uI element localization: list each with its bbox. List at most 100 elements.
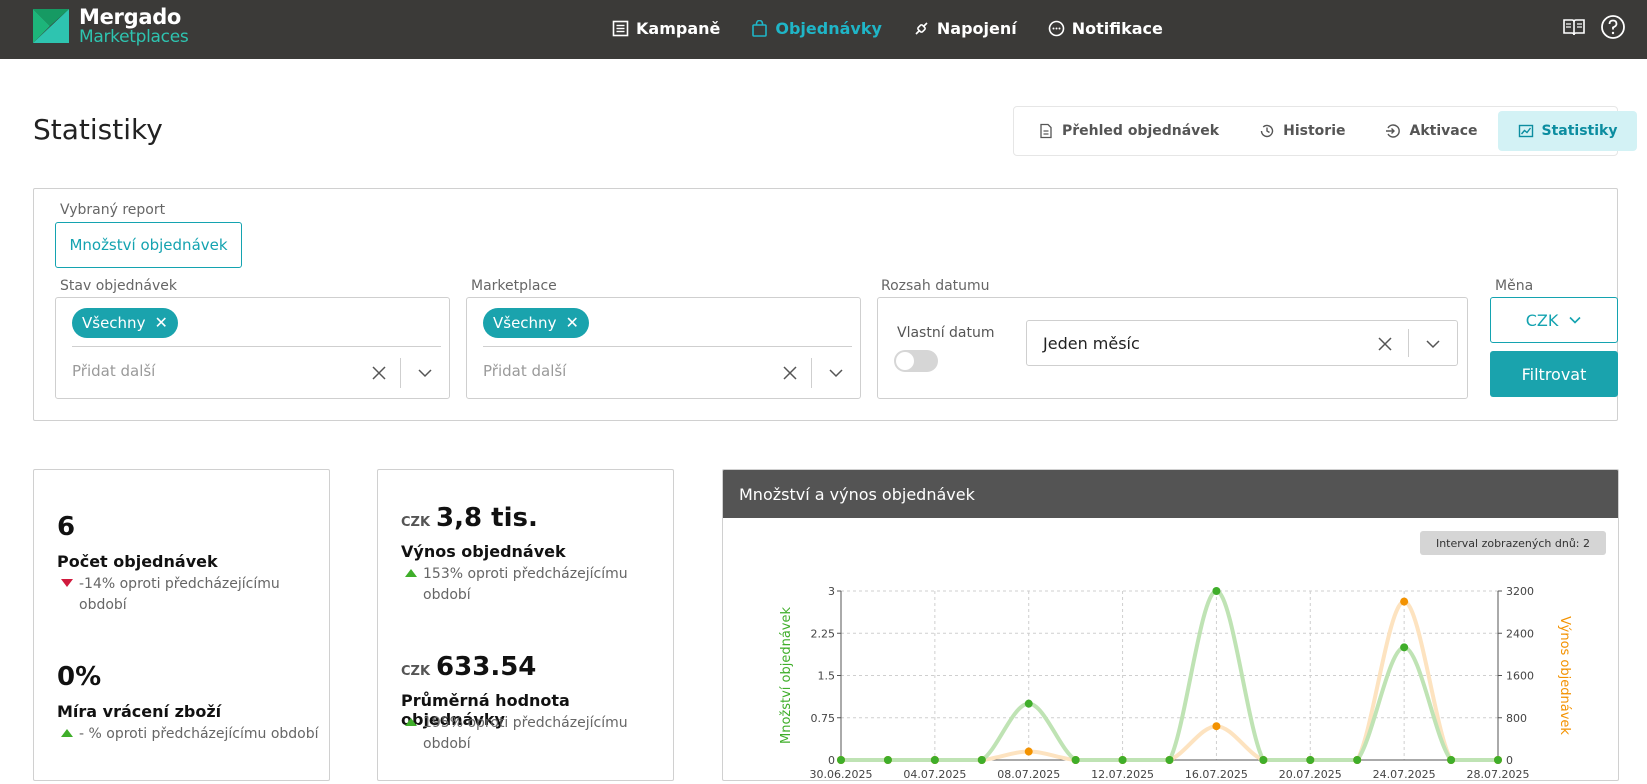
nav-label: Notifikace (1071, 18, 1163, 38)
chip-remove-icon[interactable]: ✕ (154, 315, 167, 331)
nav-label: Napojení (936, 18, 1017, 38)
data-point (1353, 756, 1362, 764)
chat-icon (1048, 20, 1065, 36)
clear-icon[interactable] (371, 365, 387, 381)
trend-text: - % oproti předcházejícímu období (79, 726, 319, 742)
nav-item-napojeni[interactable]: Napojení (913, 19, 1017, 38)
y-right-tick-label: 2400 (1506, 627, 1534, 640)
nav-label: Kampaně (636, 18, 721, 38)
mergado-logo-icon (33, 9, 69, 43)
y-left-tick-label: 1.5 (818, 670, 836, 683)
avg-order-value: CZK 633.54 (401, 652, 536, 682)
tab-label: Aktivace (1409, 123, 1478, 139)
orders-count-trend: -14% oproti předcházejícímu období (57, 574, 297, 616)
tab-statistiky[interactable]: Statistiky (1497, 111, 1638, 151)
chevron-down-icon[interactable] (828, 365, 844, 381)
tab-prehled-objednavek[interactable]: Přehled objednávek (1018, 111, 1239, 151)
date-range-label: Rozsah datumu (881, 278, 990, 294)
order-status-chip[interactable]: Všechny ✕ (72, 308, 178, 338)
data-point (1259, 756, 1268, 764)
report-select-button[interactable]: Množství objednávek (55, 222, 242, 268)
filter-panel: Vybraný report Množství objednávek Stav … (33, 188, 1618, 421)
data-point (1024, 699, 1033, 708)
data-point (1447, 756, 1456, 764)
brand-logo[interactable]: Mergado Marketplaces (33, 5, 189, 47)
data-point (1118, 756, 1127, 764)
chip-remove-icon[interactable]: ✕ (565, 315, 578, 331)
tab-aktivace[interactable]: Aktivace (1365, 111, 1497, 151)
kpi-card-orders: 6 Počet objednávek -14% oproti předcháze… (33, 469, 330, 781)
y-right-tick-label: 3200 (1506, 585, 1534, 598)
trend-up-icon (405, 569, 417, 577)
nav-item-notifikace[interactable]: Notifikace (1048, 19, 1163, 38)
orders-count: 6 (57, 512, 76, 542)
trend-text: 153% oproti předcházejícímu období (423, 566, 628, 603)
currency-code: CZK (401, 664, 431, 679)
avg-order-trend: 195% oproti předcházejícímu období (401, 713, 641, 755)
data-point (1071, 756, 1080, 764)
chevron-down-icon[interactable] (1425, 336, 1441, 352)
data-point (1400, 597, 1409, 606)
clear-icon[interactable] (1377, 336, 1393, 352)
data-point (1494, 756, 1502, 764)
document-icon (1040, 123, 1052, 139)
currency-select[interactable]: CZK (1490, 297, 1618, 343)
x-tick-label: 08.07.2025 (997, 768, 1060, 780)
order-status-placeholder[interactable]: Přidat další (72, 362, 155, 380)
y-left-axis-title: Množství objednávek (779, 607, 794, 745)
chevron-down-icon[interactable] (417, 365, 433, 381)
data-point (930, 756, 939, 764)
clear-icon[interactable] (782, 365, 798, 381)
top-navigation-bar: Mergado Marketplaces Kampaně Objednávky … (0, 0, 1647, 59)
date-range-select[interactable]: Jeden měsíc (1026, 320, 1458, 366)
data-point (1024, 747, 1033, 756)
y-left-tick-label: 3 (828, 585, 835, 598)
kpi-card-revenue: CZK 3,8 tis. Výnos objednávek 153% oproti… (377, 469, 674, 781)
orders-chart: 0 0 0.75 800 1.5 1600 2.25 2400 3 3200 30.06.2025 0… (779, 585, 1572, 780)
x-tick-label: 04.07.2025 (903, 768, 966, 780)
chip-label: Všechny (493, 314, 557, 332)
y-right-tick-label: 800 (1506, 712, 1527, 725)
tab-historie[interactable]: Historie (1239, 111, 1365, 151)
orders-tabs: Přehled objednávek Historie Aktivace Sta… (1013, 106, 1638, 156)
filter-button[interactable]: Filtrovat (1490, 351, 1618, 397)
order-status-select[interactable]: Všechny ✕ Přidat další (55, 297, 450, 399)
brand-subname: Marketplaces (79, 27, 189, 47)
return-rate-title: Míra vrácení zboží (57, 702, 222, 721)
currency-code: CZK (401, 515, 431, 530)
custom-date-toggle[interactable] (894, 350, 938, 372)
y-right-tick-label: 1600 (1506, 670, 1534, 683)
data-point (1165, 756, 1174, 764)
nav-item-objednavky[interactable]: Objednávky (751, 19, 882, 38)
marketplace-placeholder[interactable]: Přidat další (483, 362, 566, 380)
avg-order-amount: 633.54 (436, 652, 537, 682)
tab-label: Historie (1283, 123, 1346, 139)
book-icon[interactable] (1561, 14, 1587, 40)
marketplace-chip[interactable]: Všechny ✕ (483, 308, 589, 338)
main-nav: Kampaně Objednávky Napojení Notifikace (612, 0, 1194, 56)
x-tick-label: 20.07.2025 (1279, 768, 1342, 780)
orders-count-title: Počet objednávek (57, 552, 218, 571)
brand-name: Mergado (79, 5, 182, 29)
x-tick-label: 24.07.2025 (1373, 768, 1436, 780)
nav-item-kampane[interactable]: Kampaně (612, 19, 720, 38)
x-tick-label: 16.07.2025 (1185, 768, 1248, 780)
tab-label: Přehled objednávek (1062, 123, 1220, 139)
data-point (837, 756, 845, 764)
data-point (883, 756, 892, 764)
revenue-title: Výnos objednávek (401, 542, 566, 561)
chart-card: Množství a výnos objednávek Interval zob… (722, 469, 1619, 781)
revenue-value: CZK 3,8 tis. (401, 503, 538, 533)
x-tick-label: 28.07.2025 (1467, 768, 1530, 780)
marketplace-select[interactable]: Všechny ✕ Přidat další (466, 297, 861, 399)
x-tick-label: 12.07.2025 (1091, 768, 1154, 780)
y-left-tick-label: 0.75 (811, 712, 836, 725)
plug-icon (915, 21, 928, 35)
chart-icon (1518, 124, 1533, 138)
y-right-axis-title: Výnos objednávek (1557, 616, 1572, 735)
revenue-trend: 153% oproti předcházejícímu období (401, 564, 641, 606)
chip-label: Všechny (82, 314, 146, 332)
trend-text: 195% oproti předcházejícímu období (423, 715, 628, 752)
history-icon (1260, 124, 1274, 138)
help-icon[interactable] (1600, 14, 1626, 40)
